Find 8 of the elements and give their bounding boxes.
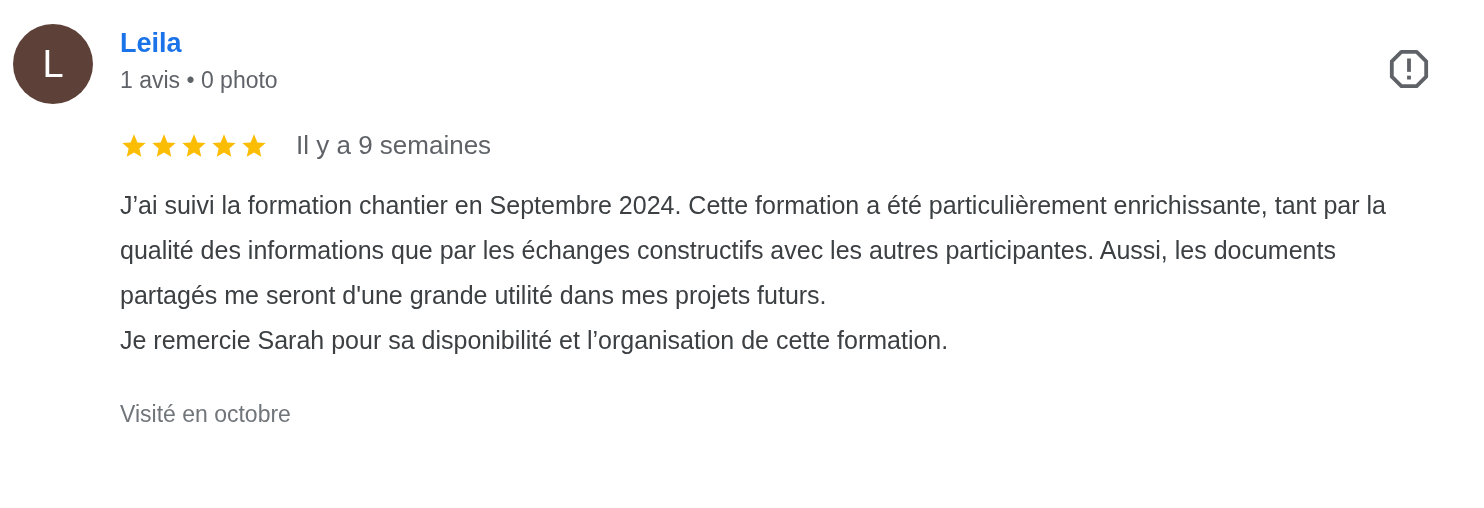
reviewer-name[interactable]: Leila [120, 28, 182, 59]
review-time: Il y a 9 semaines [296, 130, 492, 161]
report-icon[interactable] [1388, 48, 1430, 90]
visit-date: Visité en octobre [120, 401, 291, 428]
review-text: J’ai suivi la formation chantier en Septembre 2024. Cette formation a été particulièrement enrichissante, tant par la qualité des informations que par les échanges constructifs avec les autres participantes. Aussi, les documents partagés me seront d'une grande utilité dans mes projets futurs. [120, 190, 1387, 311]
avatar[interactable]: L [13, 24, 93, 104]
reviewer-meta: 1 avis • 0 photo [120, 67, 278, 94]
review-text: Je remercie Sarah pour sa disponibilité et l’organisation de cette formation. [120, 325, 950, 356]
